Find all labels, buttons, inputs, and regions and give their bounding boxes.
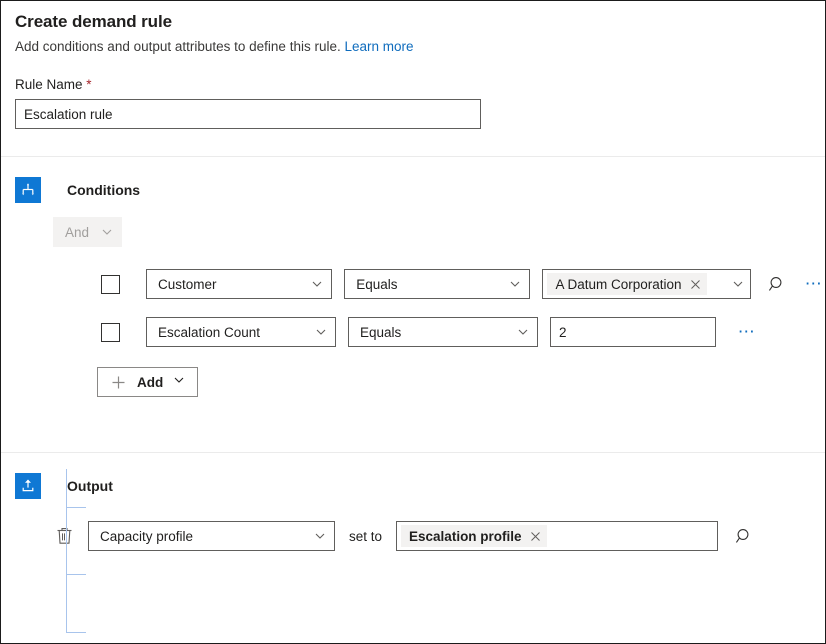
rule-name-label: Rule Name * — [15, 77, 811, 92]
chevron-down-icon — [314, 530, 326, 542]
create-demand-rule-page: Create demand rule Add conditions and ou… — [0, 0, 826, 644]
condition-row: Customer Equals A Datum Corporation — [53, 269, 825, 299]
condition-attribute-dropdown[interactable]: Escalation Count — [146, 317, 336, 347]
tree-branch-line-1 — [66, 507, 86, 508]
output-attribute-value: Capacity profile — [100, 529, 314, 544]
chevron-down-icon — [315, 326, 327, 338]
rule-name-input[interactable] — [15, 99, 481, 129]
logical-operator-dropdown[interactable]: And — [53, 217, 122, 247]
condition-attribute-value: Customer — [158, 277, 311, 292]
chevron-down-icon[interactable] — [726, 278, 744, 290]
page-subtitle-text: Add conditions and output attributes to … — [15, 39, 341, 54]
condition-attribute-dropdown[interactable]: Customer — [146, 269, 332, 299]
plus-icon — [111, 375, 126, 390]
condition-operator-value: Equals — [356, 277, 509, 292]
condition-operator-dropdown[interactable]: Equals — [344, 269, 530, 299]
search-icon[interactable] — [765, 272, 789, 296]
page-header: Create demand rule Add conditions and ou… — [1, 1, 825, 56]
condition-checkbox[interactable] — [101, 323, 120, 342]
chevron-down-icon — [517, 326, 529, 338]
condition-value-lookup[interactable]: A Datum Corporation — [542, 269, 751, 299]
selected-value-token: A Datum Corporation — [547, 273, 706, 295]
learn-more-link[interactable]: Learn more — [344, 39, 413, 54]
output-attribute-dropdown[interactable]: Capacity profile — [88, 521, 335, 551]
branch-icon — [15, 177, 41, 203]
selected-value-token-label: Escalation profile — [409, 529, 522, 544]
section-divider-output — [1, 452, 825, 453]
add-condition-label: Add — [137, 375, 163, 390]
condition-attribute-value: Escalation Count — [158, 325, 315, 340]
remove-token-icon[interactable] — [690, 279, 701, 290]
condition-row: Escalation Count Equals ⋯ — [53, 317, 825, 347]
page-title: Create demand rule — [15, 11, 811, 33]
selected-value-token-label: A Datum Corporation — [555, 277, 681, 292]
remove-token-icon[interactable] — [530, 531, 541, 542]
chevron-down-icon — [509, 278, 521, 290]
required-indicator: * — [86, 77, 91, 92]
conditions-section-header: Conditions — [1, 177, 825, 203]
chevron-down-icon — [173, 373, 185, 391]
add-condition-button[interactable]: Add — [97, 367, 198, 397]
logical-operator-value: And — [65, 225, 89, 240]
rule-name-label-text: Rule Name — [15, 77, 83, 92]
search-icon[interactable] — [732, 524, 756, 548]
condition-value-input[interactable] — [550, 317, 716, 347]
page-subtitle: Add conditions and output attributes to … — [15, 38, 811, 56]
chevron-down-icon — [311, 278, 323, 290]
condition-more-options-icon[interactable]: ⋯ — [736, 321, 758, 343]
tree-trunk-line — [66, 469, 67, 632]
section-divider-conditions — [1, 156, 825, 157]
conditions-title: Conditions — [67, 182, 140, 198]
selected-value-token: Escalation profile — [401, 525, 547, 547]
upload-icon — [15, 473, 41, 499]
condition-more-options-icon[interactable]: ⋯ — [803, 273, 825, 295]
rule-name-field-block: Rule Name * — [1, 77, 825, 129]
chevron-down-icon — [101, 226, 113, 238]
tree-branch-line-3 — [66, 632, 86, 633]
output-value-lookup[interactable]: Escalation profile — [396, 521, 718, 551]
output-title: Output — [67, 478, 113, 494]
output-set-to-label: set to — [349, 529, 382, 544]
conditions-body: And Customer Equals — [1, 217, 825, 397]
add-condition-wrap: Add — [53, 367, 825, 397]
condition-operator-value: Equals — [360, 325, 517, 340]
output-row: Capacity profile set to Escalation profi… — [1, 521, 825, 551]
condition-checkbox[interactable] — [101, 275, 120, 294]
condition-operator-dropdown[interactable]: Equals — [348, 317, 538, 347]
delete-output-icon[interactable] — [53, 524, 75, 548]
output-section-header: Output — [1, 473, 825, 499]
tree-branch-line-2 — [66, 574, 86, 575]
